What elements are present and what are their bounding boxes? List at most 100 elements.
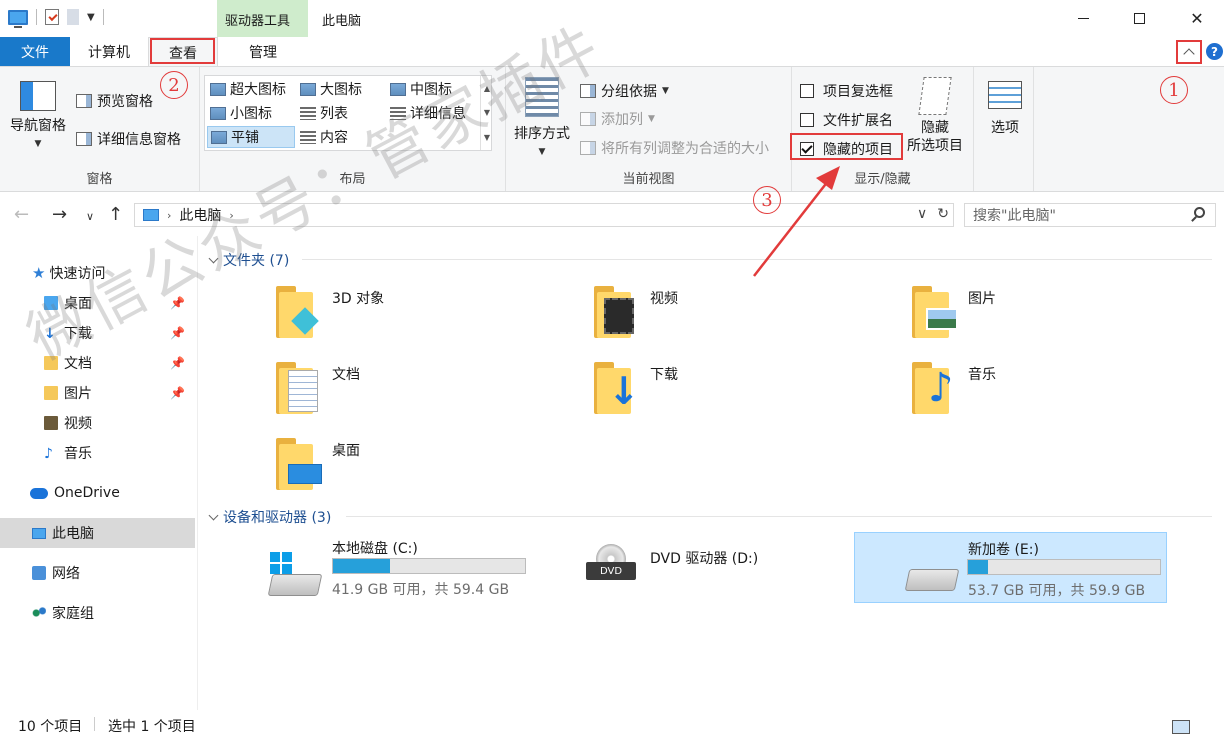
group-by-button[interactable]: 分组依据 ▼: [580, 81, 669, 101]
properties-icon[interactable]: [45, 9, 59, 25]
navigation-pane: ★ 快速访问 桌面 📌 ↓ 下载 📌 文档 📌 图片 📌 视频 ♪ 音乐 One…: [0, 236, 198, 710]
new-folder-icon[interactable]: [67, 9, 79, 25]
pin-icon[interactable]: 📌: [170, 386, 185, 400]
address-bar[interactable]: › 此电脑 › ∨ ↻: [134, 203, 954, 227]
layout-large-icons[interactable]: 大图标: [297, 78, 365, 100]
search-box[interactable]: 搜索"此电脑": [964, 203, 1216, 227]
breadcrumb-separator-icon[interactable]: ›: [167, 209, 171, 222]
ribbon-collapse-button[interactable]: [1176, 40, 1202, 64]
homegroup-icon: [32, 606, 46, 620]
pin-icon[interactable]: 📌: [170, 326, 185, 340]
breadcrumb-chevron-icon[interactable]: ›: [229, 209, 233, 222]
folder-documents[interactable]: 文档: [276, 360, 576, 430]
tab-manage[interactable]: 管理: [218, 37, 308, 66]
sidebar-item-pictures[interactable]: 图片 📌: [0, 378, 195, 408]
close-icon: ✕: [1190, 9, 1204, 28]
file-extensions-checkbox[interactable]: [800, 113, 814, 127]
file-extensions-toggle[interactable]: 文件扩展名: [800, 110, 893, 130]
layout-list[interactable]: 列表: [297, 102, 351, 124]
back-arrow-icon[interactable]: ←: [14, 204, 29, 225]
context-tab-label: 驱动器工具: [225, 14, 291, 29]
sidebar-item-downloads[interactable]: ↓ 下载 📌: [0, 318, 195, 348]
preview-pane-button[interactable]: 预览窗格: [76, 91, 153, 111]
scroll-down-icon[interactable]: ▼: [484, 108, 490, 117]
layout-content[interactable]: 内容: [297, 126, 351, 148]
folder-music[interactable]: ♪ 音乐: [912, 360, 1212, 430]
folder-3d-objects[interactable]: 3D 对象: [276, 284, 576, 354]
music-note-icon: ♪: [928, 365, 954, 411]
close-button[interactable]: ✕: [1174, 0, 1220, 37]
pin-icon[interactable]: 📌: [170, 356, 185, 370]
sidebar-item-documents[interactable]: 文档 📌: [0, 348, 195, 378]
details-pane-button[interactable]: 详细信息窗格: [76, 129, 181, 149]
add-column-label: 添加列: [601, 112, 643, 128]
item-checkboxes-toggle[interactable]: 项目复选框: [800, 81, 893, 101]
details-pane-icon: [76, 132, 92, 146]
help-icon[interactable]: ?: [1206, 43, 1223, 60]
folder-pictures[interactable]: 图片: [912, 284, 1212, 354]
folder-icon: [912, 286, 958, 338]
tab-computer[interactable]: 计算机: [70, 37, 148, 66]
folder-icon: ↓: [594, 362, 640, 414]
sidebar-item-homegroup[interactable]: 家庭组: [0, 598, 195, 628]
sort-by-button[interactable]: 排序方式 ▼: [510, 77, 574, 161]
drive-d[interactable]: DVD DVD 驱动器 (D:): [584, 534, 874, 604]
up-arrow-icon[interactable]: ↑: [108, 204, 123, 225]
layout-extra-large-icons[interactable]: 超大图标: [207, 78, 289, 100]
sidebar-item-desktop[interactable]: 桌面 📌: [0, 288, 195, 318]
sidebar-item-videos[interactable]: 视频: [0, 408, 195, 438]
large-icons-view-icon[interactable]: [1172, 720, 1190, 734]
item-checkboxes-checkbox[interactable]: [800, 84, 814, 98]
customize-qat-dropdown-icon[interactable]: ▼: [87, 12, 95, 23]
search-icon[interactable]: [1194, 207, 1205, 218]
large-icons-icon: [300, 82, 316, 96]
preview-pane-icon: [76, 94, 92, 108]
breadcrumb-this-pc[interactable]: 此电脑: [179, 205, 221, 225]
maximize-button[interactable]: [1116, 0, 1162, 37]
navigation-pane-label: 导航窗格: [10, 118, 66, 134]
chevron-down-icon: ▼: [34, 139, 42, 149]
options-button[interactable]: 选项: [980, 81, 1030, 137]
layout-small-icons[interactable]: 小图标: [207, 102, 275, 124]
view-tab-highlight: [150, 38, 215, 64]
section-header-folders[interactable]: 文件夹 (7): [208, 250, 289, 270]
address-history-dropdown-icon[interactable]: ∨: [917, 206, 927, 222]
folder-videos[interactable]: 视频: [594, 284, 894, 354]
sidebar-item-this-pc[interactable]: 此电脑: [0, 518, 195, 548]
sidebar-item-quick-access[interactable]: ★ 快速访问: [0, 258, 195, 288]
navigation-pane-button[interactable]: 导航窗格 ▼: [6, 81, 70, 153]
add-column-button[interactable]: 添加列 ▼: [580, 109, 655, 129]
details-pane-label: 详细信息窗格: [97, 132, 181, 148]
chevron-down-icon[interactable]: [208, 253, 219, 263]
hide-selected-items-button[interactable]: 隐藏 所选项目: [902, 77, 968, 155]
title-bar: ▼ 驱动器工具 此电脑 ✕: [0, 0, 1224, 37]
recent-locations-chevron-icon[interactable]: ∨: [86, 210, 94, 223]
forward-arrow-icon[interactable]: →: [52, 204, 67, 225]
layout-medium-icons[interactable]: 中图标: [387, 78, 455, 100]
folder-icon: [276, 362, 320, 414]
minimize-button[interactable]: [1060, 0, 1106, 37]
folder-desktop[interactable]: 桌面: [276, 436, 576, 506]
folder-name: 3D 对象: [332, 291, 385, 307]
refresh-icon[interactable]: ↻: [937, 206, 949, 222]
hard-drive-icon: [904, 569, 960, 591]
layout-gallery-scroll[interactable]: ▲ ▼ ▼: [480, 76, 493, 150]
layout-details[interactable]: 详细信息: [387, 102, 469, 124]
windows-logo-icon: [270, 552, 292, 574]
add-column-icon: [580, 112, 596, 126]
drive-e[interactable]: 新加卷 (E:) 53.7 GB 可用，共 59.9 GB: [854, 532, 1167, 603]
chevron-down-icon[interactable]: [208, 510, 219, 520]
layout-item-label: 超大图标: [230, 82, 286, 98]
drive-c[interactable]: 本地磁盘 (C:) 41.9 GB 可用，共 59.4 GB: [262, 534, 552, 604]
layout-tiles[interactable]: 平铺: [207, 126, 295, 148]
pin-icon[interactable]: 📌: [170, 296, 185, 310]
gallery-more-icon[interactable]: ▼: [484, 133, 490, 142]
tab-file[interactable]: 文件: [0, 37, 70, 66]
sidebar-item-onedrive[interactable]: OneDrive: [0, 478, 195, 508]
section-header-devices[interactable]: 设备和驱动器 (3): [208, 507, 331, 527]
sidebar-item-music[interactable]: ♪ 音乐: [0, 438, 195, 468]
fit-columns-button[interactable]: 将所有列调整为合适的大小: [580, 138, 769, 158]
scroll-up-icon[interactable]: ▲: [484, 84, 490, 93]
folder-downloads[interactable]: ↓ 下载: [594, 360, 894, 430]
sidebar-item-network[interactable]: 网络: [0, 558, 195, 588]
